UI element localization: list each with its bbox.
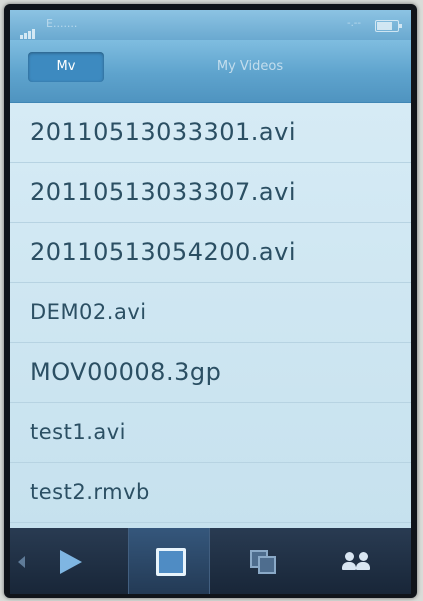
file-list: 20110513033301.avi 20110513033307.avi 20… [10, 103, 411, 529]
list-item[interactable]: 20110513054200.avi [10, 223, 411, 283]
file-name: 20110513033307.avi [30, 178, 296, 206]
bottom-nav-bar [10, 528, 411, 594]
file-name: test2.rmvb [30, 480, 150, 504]
status-time: -.-- [346, 18, 361, 29]
play-icon [60, 550, 82, 574]
file-name: test1.avi [30, 420, 126, 444]
status-bar: E....... -.-- [10, 10, 411, 40]
device-frame: E....... -.-- Mv My Videos 2011051303330… [4, 4, 417, 598]
list-item[interactable]: test1.avi [10, 403, 411, 463]
nav-video-button[interactable] [128, 528, 210, 594]
tab-active[interactable]: Mv [28, 52, 104, 82]
list-item[interactable]: 20110513033307.avi [10, 163, 411, 223]
battery-icon [375, 20, 402, 32]
carrier-label: E....... [46, 17, 78, 30]
signal-icon [20, 20, 36, 39]
tab-my-videos[interactable]: My Videos [160, 52, 340, 82]
file-name: 20110513054200.avi [30, 238, 296, 266]
tab-bar: Mv My Videos [10, 40, 411, 103]
nav-play-button[interactable] [20, 528, 100, 594]
nav-people-button[interactable] [316, 528, 396, 594]
copy-icon [250, 550, 276, 574]
video-icon [156, 548, 186, 576]
nav-copy-button[interactable] [222, 528, 302, 594]
people-icon [342, 552, 372, 574]
file-name: 20110513033301.avi [30, 118, 296, 146]
list-item[interactable]: MOV00008.3gp [10, 343, 411, 403]
list-item[interactable]: 20110513033301.avi [10, 103, 411, 163]
file-name: MOV00008.3gp [30, 358, 222, 386]
list-item[interactable]: DEM02.avi [10, 283, 411, 343]
screen: E....... -.-- Mv My Videos 2011051303330… [10, 10, 411, 594]
list-item[interactable]: test2.rmvb [10, 463, 411, 523]
file-name: DEM02.avi [30, 300, 147, 324]
